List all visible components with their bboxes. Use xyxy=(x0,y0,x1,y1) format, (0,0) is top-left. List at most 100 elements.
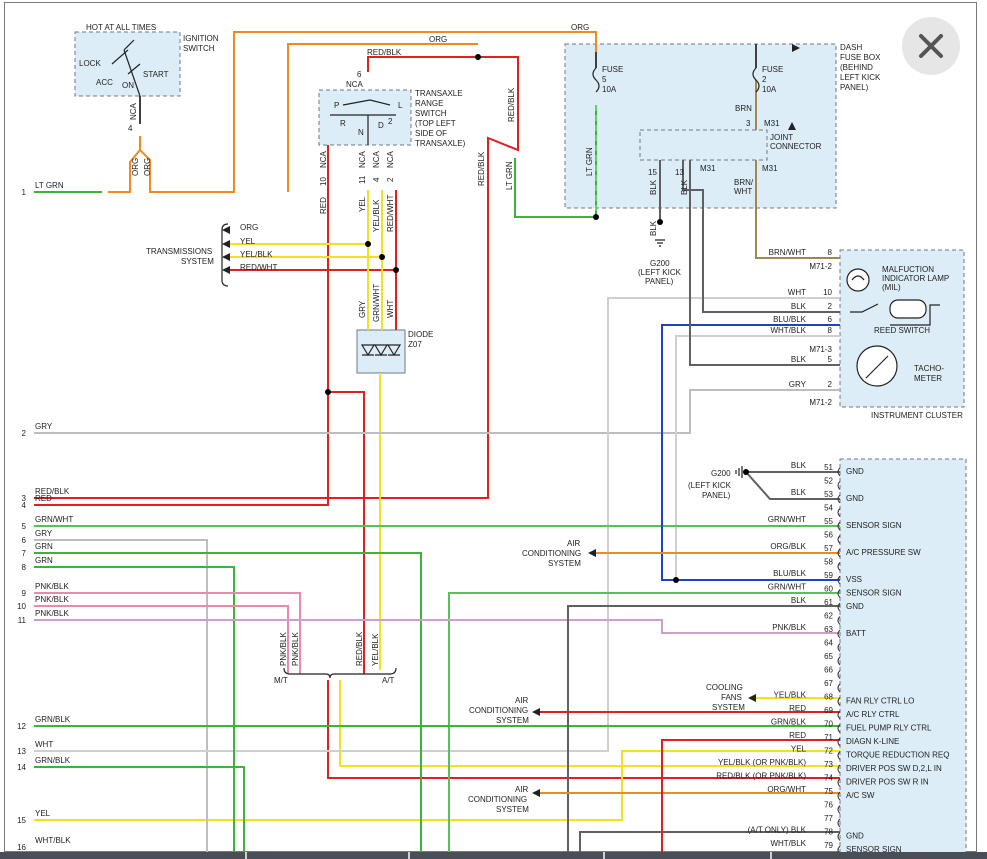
pcm-pin-number: 54 xyxy=(824,504,833,513)
pcm-wire-label: YEL xyxy=(791,745,807,754)
pcm-pin-function: GND xyxy=(846,494,864,503)
wire-label-redblk: RED/BLK xyxy=(507,87,516,122)
close-button[interactable] xyxy=(902,17,960,75)
cluster-pin-number: 8 xyxy=(828,326,833,335)
arrow-left xyxy=(588,549,596,557)
pcm-pin-number: 60 xyxy=(824,585,833,594)
trans-system-label: TRANSMISSIONS xyxy=(146,247,212,256)
pcm-pin-number: 64 xyxy=(824,639,833,648)
pcm-pin-function: TORQUE REDUCTION REQ xyxy=(846,751,949,760)
tachometer-icon xyxy=(856,345,898,387)
ground-symbol xyxy=(735,466,743,478)
mil-lamp-icon xyxy=(846,268,870,292)
wire-red-transaxle xyxy=(34,145,329,506)
ac-label: CONDITIONING xyxy=(468,795,527,804)
left-pin-wire-label: YEL xyxy=(35,809,51,818)
wire-red-branch xyxy=(328,391,365,674)
pcm-pin-number: 79 xyxy=(824,841,833,850)
pcm-wire-label: RED xyxy=(789,704,806,713)
cluster-wire-label: WHT xyxy=(788,288,806,297)
left-pin-wire-label: LT GRN xyxy=(35,181,64,190)
pcm-pin-number: 65 xyxy=(824,652,833,661)
wire-label-yelblk: YEL/BLK xyxy=(240,250,273,259)
pcm-pin-number: 75 xyxy=(824,787,833,796)
pcm-pin-number: 70 xyxy=(824,720,833,729)
pcm-pin-number: 78 xyxy=(824,828,833,837)
cluster-pin-number: 8 xyxy=(828,248,833,257)
ignition-acc: ACC xyxy=(96,78,113,87)
joint-label: JOINT xyxy=(770,133,793,142)
wire-label-blk: BLK xyxy=(649,179,658,195)
wire-grn-7 xyxy=(34,552,422,859)
g200-loc: PANEL) xyxy=(645,277,674,286)
pcm-pin-function: BATT xyxy=(846,629,866,638)
joint-m31: M31 xyxy=(762,164,778,173)
close-icon xyxy=(919,34,943,58)
cluster-pin-number: 6 xyxy=(828,315,833,324)
fusebox-label: FUSE BOX xyxy=(840,53,881,62)
wiring-diagram: HOT AT ALL TIMES IGNITION SWITCH LOCK AC… xyxy=(17,23,967,859)
wire-label-redblk: RED/BLK xyxy=(355,631,364,666)
wire-label-yel: YEL xyxy=(358,196,367,212)
fuse5-name: FUSE xyxy=(602,65,623,74)
pcm-pin-number: 71 xyxy=(824,733,833,742)
junction-dot xyxy=(475,54,481,60)
ts-n: N xyxy=(358,128,364,137)
left-pin-wire-label: GRN xyxy=(35,556,53,565)
wire-label-blk: BLK xyxy=(680,179,689,195)
cluster-connector-id: M71-3 xyxy=(809,345,832,354)
wire-label-grnwht: GRN/WHT xyxy=(372,284,381,322)
pcm-pin-number: 51 xyxy=(824,463,833,472)
ac-label: AIR xyxy=(515,785,529,794)
left-pin-number: 14 xyxy=(17,763,26,772)
pcm-pin-number: 76 xyxy=(824,801,833,810)
fusebox-label: DASH xyxy=(840,43,862,52)
ts-pin: 2 xyxy=(386,177,395,182)
wire-label-red: RED xyxy=(319,197,328,214)
left-pin-number: 11 xyxy=(18,616,27,625)
ignition-label: IGNITION xyxy=(183,34,219,43)
diode-label: Z07 xyxy=(408,340,422,349)
cluster-title: INSTRUMENT CLUSTER xyxy=(871,411,963,420)
arrow-left xyxy=(222,240,230,248)
wire-label-yelblk: YEL/BLK xyxy=(371,633,380,666)
ts-p: P xyxy=(334,101,339,110)
wire-label-ltgrn: LT GRN xyxy=(505,161,514,190)
pcm-pin-function: FAN RLY CTRL LO xyxy=(846,697,914,706)
pcm-pin-function: FUEL PUMP RLY CTRL xyxy=(846,724,932,733)
ac-label: SYSTEM xyxy=(496,805,529,814)
pcm-pin-number: 73 xyxy=(824,760,833,769)
fuse5-num: 5 xyxy=(602,75,607,84)
reed-switch-icon xyxy=(889,299,927,319)
wire-yel-73 xyxy=(339,680,840,767)
left-pin-number: 9 xyxy=(22,589,27,598)
mil-label: MALFUCTION xyxy=(882,265,934,274)
joint-m31: M31 xyxy=(764,119,780,128)
left-pin-wire-label: WHT xyxy=(35,740,53,749)
pcm-wire-label: GRN/BLK xyxy=(771,718,807,727)
ts-label: SWITCH xyxy=(415,109,447,118)
left-pin-wire-label: GRN/BLK xyxy=(35,756,71,765)
left-pin-number: 12 xyxy=(17,722,26,731)
wire-label-pnkblk: PNK/BLK xyxy=(291,632,300,666)
cooling-label: COOLING xyxy=(706,683,743,692)
bottom-scrollbar[interactable] xyxy=(0,852,987,859)
ac-label: CONDITIONING xyxy=(469,706,528,715)
wire-label-yelblk: YEL/BLK xyxy=(372,199,381,232)
left-pin-wire-label: WHT/BLK xyxy=(35,836,71,845)
joint-p13: 13 xyxy=(675,168,684,177)
diode-box xyxy=(356,329,406,374)
junction-dot xyxy=(743,469,749,475)
ts-label: (TOP LEFT xyxy=(415,119,456,128)
pcm-wire-label: (A/T ONLY) BLK xyxy=(748,826,807,835)
arrow-left xyxy=(532,789,540,797)
ignition-start: START xyxy=(143,70,169,79)
pcm-pin-number: 77 xyxy=(824,814,833,823)
pcm-pin-number: 53 xyxy=(824,490,833,499)
ignition-lock: LOCK xyxy=(79,59,101,68)
ts-label: RANGE xyxy=(415,99,443,108)
pcm-pin-number: 56 xyxy=(824,531,833,540)
ac-label: SYSTEM xyxy=(496,716,529,725)
trans-system-label: SYSTEM xyxy=(181,257,214,266)
ac-label: AIR xyxy=(515,696,529,705)
